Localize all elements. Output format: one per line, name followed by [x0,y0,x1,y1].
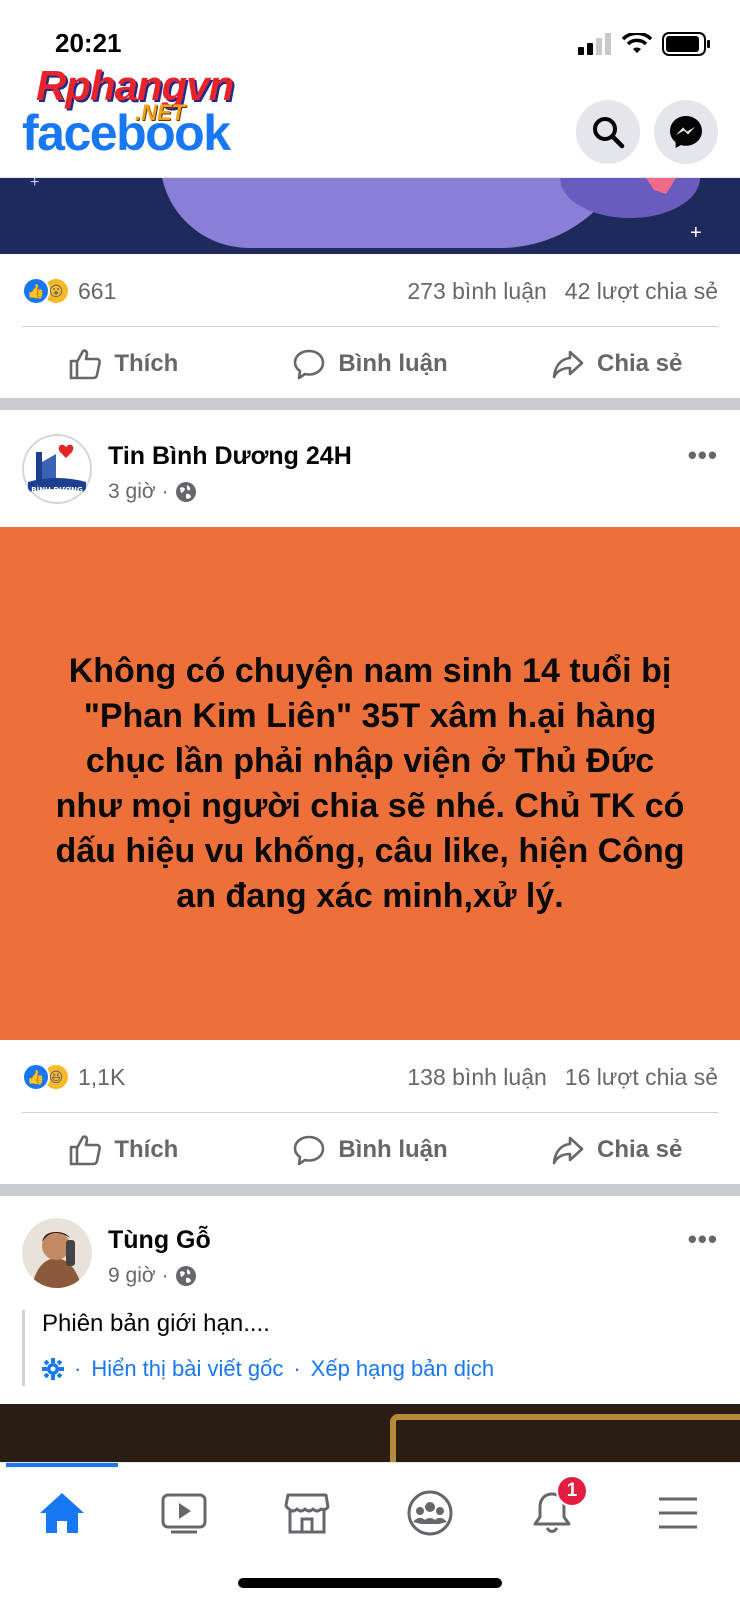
comment-count[interactable]: 138 bình luận [407,1064,546,1091]
reactions[interactable]: 👍 😮 [22,277,70,305]
thumbs-up-icon [70,1135,102,1166]
divider [22,326,718,327]
comment-icon [294,1135,325,1166]
post-meta: 9 giờ · [108,1264,197,1288]
status-time: 20:21 [55,28,122,58]
home-indicator[interactable] [238,1578,502,1588]
thumbs-up-icon [70,349,102,380]
post-author[interactable]: Tùng Gỗ [108,1226,211,1255]
post-text: Phiên bản giới hạn.... [42,1310,270,1337]
see-original-link[interactable]: Hiển thị bài viết gốc [91,1356,283,1382]
more-options-button[interactable]: ••• [688,1224,718,1255]
share-icon [552,1136,584,1165]
share-label: Chia sẻ [596,350,683,377]
wifi-icon [622,33,652,53]
like-label: Thích [114,350,179,377]
post-stats: 👍 😆 1,1K 138 bình luận 16 lượt chia sẻ [22,1042,718,1112]
search-button[interactable] [576,100,640,164]
avatar[interactable] [22,1218,92,1288]
post-separator [0,398,740,410]
post-author[interactable]: Tin Bình Dương 24H [108,442,352,471]
post-stats: 👍 😮 661 273 bình luận 42 lượt chia sẻ [22,256,718,326]
tab-marketplace[interactable] [267,1483,347,1543]
like-reaction-icon: 👍 [22,277,50,305]
like-label: Thích [114,1136,179,1163]
reaction-count[interactable]: 1,1K [78,1064,125,1091]
text-post-card[interactable]: Không có chuyện nam sinh 14 tuổi bị "Pha… [0,527,740,1040]
comment-button[interactable]: Bình luận [247,1133,494,1167]
tab-watch[interactable] [144,1483,224,1543]
more-options-button[interactable]: ••• [688,440,718,471]
sparkle-icon: + [690,222,702,244]
meta-separator: · [161,480,169,503]
like-reaction-icon: 👍 [22,1063,50,1091]
tab-notifications[interactable]: 1 [512,1475,592,1543]
video-icon [161,1493,207,1534]
status-bar: 20:21 [0,0,740,60]
post-image-previous[interactable]: + + [0,178,740,254]
share-icon [552,350,584,379]
post-separator [0,1184,740,1196]
share-count[interactable]: 16 lượt chia sẻ [565,1064,718,1091]
comment-label: Bình luận [338,1136,448,1163]
post-card-text: Không có chuyện nam sinh 14 tuổi bị "Pha… [55,651,685,915]
image-content [390,1414,740,1462]
globe-icon [175,482,196,502]
like-button[interactable]: Thích [0,347,247,381]
translate-separator: · [293,1356,301,1381]
like-button[interactable]: Thích [0,1133,247,1167]
post-time[interactable]: 9 giờ [108,1264,156,1288]
tab-groups[interactable] [390,1483,470,1543]
rate-translation-link[interactable]: Xếp hạng bản dịch [311,1356,495,1382]
app-header: Rphangvn .NET facebook [0,60,740,178]
tab-menu[interactable] [638,1483,718,1543]
page-avatar-image: BÌNH DƯƠNG [22,434,92,504]
reaction-count[interactable]: 661 [78,278,116,305]
globe-icon [175,1266,196,1286]
search-icon [593,117,625,149]
menu-icon [659,1497,697,1529]
share-button[interactable]: Chia sẻ [493,347,740,381]
messenger-button[interactable] [654,100,718,164]
post-meta: 3 giờ · [108,480,197,504]
comment-button[interactable]: Bình luận [247,347,494,381]
gear-icon [42,1358,64,1380]
share-button[interactable]: Chia sẻ [493,1133,740,1167]
status-icons [578,32,712,56]
marketplace-icon [284,1493,330,1534]
tab-home[interactable] [22,1483,102,1543]
facebook-logo[interactable]: facebook [22,104,231,162]
share-label: Chia sẻ [596,1136,683,1163]
post-time[interactable]: 3 giờ [108,480,156,504]
rocket-icon [646,178,676,194]
sparkle-icon: + [30,178,40,191]
battery-icon [662,32,710,56]
user-avatar-image [22,1218,92,1288]
post-actions: Thích Bình luận Chia sẻ [0,328,740,400]
avatar-text: BÌNH DƯƠNG [31,485,83,494]
comment-icon [294,349,325,380]
divider [22,1112,718,1113]
comment-label: Bình luận [338,350,448,377]
groups-icon [407,1490,453,1536]
translate-separator: · [74,1356,82,1381]
comment-count[interactable]: 273 bình luận [407,278,546,305]
notification-badge: 1 [556,1475,588,1507]
post-header: Tùng Gỗ 9 giờ · ••• [0,1196,740,1306]
translation-quote-bar [22,1310,25,1386]
post-image[interactable] [0,1404,740,1462]
reactions[interactable]: 👍 😆 [22,1063,70,1091]
messenger-icon [670,116,702,148]
active-tab-indicator [6,1463,118,1467]
avatar[interactable]: BÌNH DƯƠNG [22,434,92,504]
cellular-signal-icon [578,33,611,55]
translation-row: · Hiển thị bài viết gốc · Xếp hạng bản d… [42,1356,494,1382]
home-icon [40,1493,84,1533]
meta-separator: · [161,1264,169,1287]
post-header: BÌNH DƯƠNG Tin Bình Dương 24H 3 giờ · ••… [0,412,740,522]
post-actions: Thích Bình luận Chia sẻ [0,1114,740,1186]
share-count[interactable]: 42 lượt chia sẻ [565,278,718,305]
